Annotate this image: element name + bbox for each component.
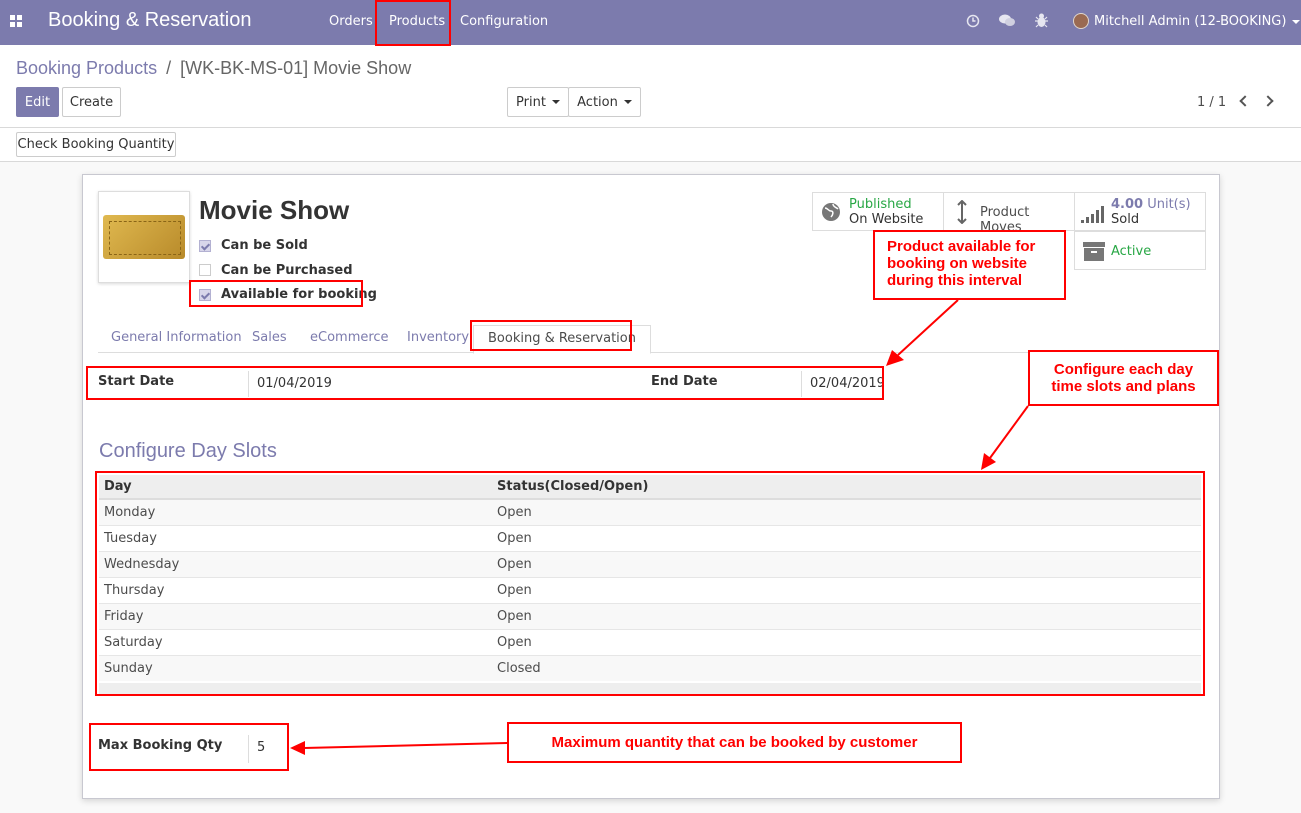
highlight-booking-tab [470,320,632,351]
signal-bars-icon [1081,206,1104,223]
up-down-arrow-icon [957,200,967,224]
action-button[interactable]: Action [568,87,641,117]
can-be-sold-label: Can be Sold [221,238,308,253]
tab-inventory[interactable]: Inventory [407,330,469,345]
bug-icon[interactable] [1035,13,1048,28]
callout-day-slots: Configure each day time slots and plans [1028,350,1219,406]
control-panel: Booking Products / [WK-BK-MS-01] Movie S… [0,45,1301,128]
highlight-day-slots [95,471,1205,696]
breadcrumb-separator: / [166,58,172,78]
user-menu[interactable]: Mitchell Admin (12-BOOKING) [1094,14,1301,29]
top-navbar: Booking & Reservation Orders Products Co… [0,0,1301,45]
action-label: Action [577,94,618,110]
published-smart-button[interactable]: Published On Website [812,192,944,231]
tab-general-information[interactable]: General Information [111,330,242,345]
chevron-down-icon [1292,19,1301,24]
globe-icon [822,203,840,221]
product-moves-smart-button[interactable]: Product Moves [943,192,1075,235]
on-website-label: On Website [849,212,924,227]
pager-value: 1 / 1 [1197,95,1227,110]
notebook-tabs: General Information Sales eCommerce Inve… [98,325,1201,354]
clock-icon[interactable] [966,14,980,28]
user-name: Mitchell Admin (12-BOOKING) [1094,14,1287,29]
tab-ecommerce[interactable]: eCommerce [310,330,389,345]
units-sold-value: 4.00 Unit(s) [1111,197,1191,212]
can-be-purchased-label: Can be Purchased [221,263,353,278]
highlight-products-menu [375,0,451,46]
sold-label: Sold [1111,212,1140,227]
app-title: Booking & Reservation [48,9,252,31]
callout-line: Configure each day [1053,361,1194,378]
callout-website-interval: Product available for booking on website… [873,230,1066,300]
chevron-down-icon [623,100,632,104]
callout-line: Product available for [887,238,1036,255]
callout-max-qty: Maximum quantity that can be booked by c… [507,722,962,763]
section-title: Configure Day Slots [99,440,277,462]
chevron-down-icon [551,100,560,104]
highlight-available-for-booking [189,280,363,307]
form-header: Check Booking Quantity [0,128,1301,162]
breadcrumb-parent[interactable]: Booking Products [16,58,157,78]
menu-orders[interactable]: Orders [329,14,373,29]
breadcrumb-current: [WK-BK-MS-01] Movie Show [180,58,412,78]
highlight-date-range [86,366,884,400]
active-label: Active [1111,244,1152,259]
print-label: Print [516,94,546,110]
product-name: Movie Show [199,195,350,225]
highlight-max-qty [89,723,289,771]
units-sold-smart-button[interactable]: 4.00 Unit(s) Sold [1074,192,1206,231]
print-button[interactable]: Print [507,87,569,117]
product-image[interactable] [98,191,190,283]
next-icon[interactable] [1262,95,1274,107]
archive-icon [1083,242,1105,261]
callout-line: during this interval [887,272,1023,289]
units-sold-unit: Unit(s) [1147,197,1191,212]
can-be-purchased-checkbox[interactable] [199,264,211,276]
apps-menu-icon[interactable] [10,15,24,29]
tab-sales[interactable]: Sales [252,330,287,345]
user-avatar[interactable] [1073,13,1089,29]
ticket-image [103,215,185,259]
chat-icon[interactable] [999,14,1015,28]
callout-line: Maximum quantity that can be booked by c… [551,734,918,751]
units-sold-number: 4.00 [1111,197,1144,212]
callout-line: time slots and plans [1051,378,1196,395]
active-toggle-button[interactable]: Active [1074,231,1206,270]
can-be-sold-checkbox[interactable] [199,240,211,252]
published-label: Published [849,197,912,212]
menu-configuration[interactable]: Configuration [460,14,548,29]
create-button[interactable]: Create [62,87,121,117]
check-booking-quantity-button[interactable]: Check Booking Quantity [16,132,176,157]
previous-icon[interactable] [1239,95,1251,107]
callout-line: booking on website [887,255,1028,272]
edit-button[interactable]: Edit [16,87,59,117]
breadcrumb: Booking Products / [WK-BK-MS-01] Movie S… [16,58,411,79]
